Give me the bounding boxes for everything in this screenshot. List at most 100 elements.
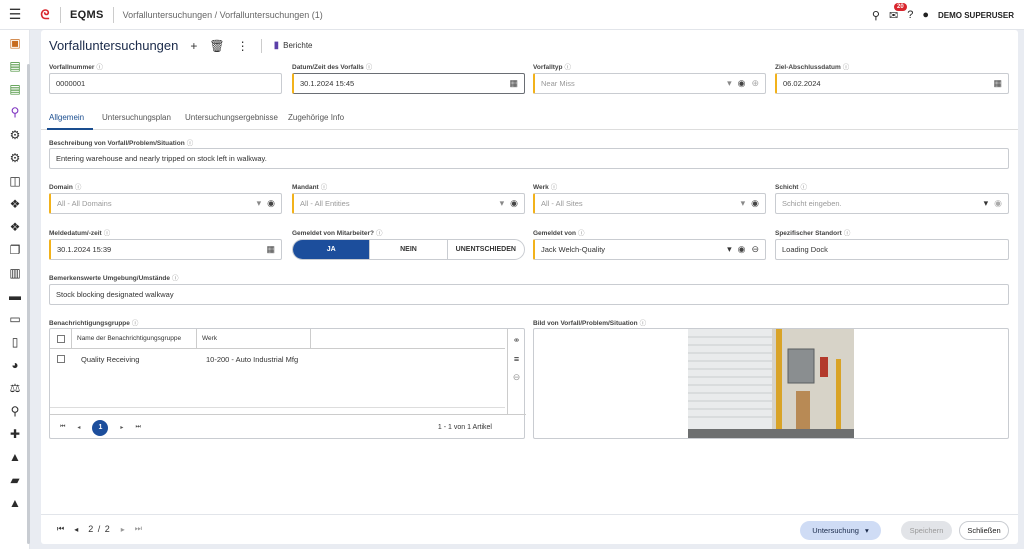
chevron-down-icon[interactable]: ▾ bbox=[741, 198, 746, 209]
target-icon[interactable]: ◉ bbox=[738, 78, 746, 89]
target-icon[interactable]: ◉ bbox=[738, 244, 746, 255]
sidebar-item-gear-icon[interactable]: ⚙ bbox=[0, 123, 30, 146]
sidebar-item-case-icon[interactable]: ▥ bbox=[0, 261, 30, 284]
tab-allgemein[interactable]: Allgemein bbox=[49, 113, 84, 122]
last-record-icon[interactable]: ⏭ bbox=[135, 524, 142, 534]
grid-horizontal-scrollbar[interactable] bbox=[50, 407, 505, 414]
target-icon[interactable]: ◉ bbox=[267, 198, 275, 209]
target-icon[interactable]: ◉ bbox=[510, 198, 518, 209]
row-checkbox[interactable] bbox=[57, 355, 65, 363]
tab-untersuchungsergebnisse[interactable]: Untersuchungsergebnisse bbox=[185, 113, 278, 122]
schicht-select[interactable]: Schicht eingeben. ▾ ◉ bbox=[775, 193, 1009, 214]
column-header-werk[interactable]: Werk bbox=[197, 329, 311, 348]
sidebar-item-boxes2-icon[interactable]: ❖ bbox=[0, 215, 30, 238]
umgebung-field[interactable]: Stock blocking designated walkway bbox=[49, 284, 1009, 305]
ziel-field[interactable]: 06.02.2024 ▦ bbox=[775, 73, 1009, 94]
sidebar-item-warning-icon[interactable]: ▲ bbox=[0, 445, 30, 468]
sidebar-item-book-icon[interactable]: ▬ bbox=[0, 284, 30, 307]
option-ja[interactable]: JA bbox=[293, 240, 370, 259]
chevron-down-icon[interactable]: ▾ bbox=[727, 78, 732, 89]
table-row[interactable]: Quality Receiving 10-200 - Auto Industri… bbox=[50, 349, 505, 369]
page-number[interactable]: 1 bbox=[92, 419, 109, 436]
standort-field[interactable]: Loading Dock bbox=[775, 239, 1009, 260]
info-icon: ⓘ bbox=[376, 230, 383, 237]
schicht-placeholder: Schicht eingeben. bbox=[782, 199, 842, 208]
sidebar-scrollbar[interactable] bbox=[27, 64, 30, 544]
calendar-icon[interactable]: ▦ bbox=[993, 78, 1002, 89]
chevron-down-icon[interactable]: ▾ bbox=[257, 198, 262, 209]
help-icon[interactable]: ? bbox=[907, 9, 913, 21]
prev-record-icon[interactable]: ◂ bbox=[74, 525, 78, 534]
vorfalltyp-select[interactable]: Near Miss ▾ ◉ ⊕ bbox=[533, 73, 766, 94]
mandant-select[interactable]: All - All Entities ▾ ◉ bbox=[292, 193, 525, 214]
link-icon[interactable]: ⚭ bbox=[513, 335, 521, 346]
datum-field[interactable]: 30.1.2024 15:45 ▦ bbox=[292, 73, 525, 94]
menu-icon[interactable]: ☰ bbox=[0, 0, 30, 30]
search-icon[interactable]: ⚲ bbox=[872, 9, 880, 22]
sidebar-item-kit2-icon[interactable]: ▤ bbox=[0, 77, 30, 100]
sidebar-item-file-icon[interactable]: ▯ bbox=[0, 330, 30, 353]
tab-zugehoerige-info[interactable]: Zugehörige Info bbox=[288, 113, 344, 122]
chevron-down-icon[interactable]: ▾ bbox=[984, 198, 989, 209]
user-name[interactable]: DEMO SUPERUSER bbox=[938, 11, 1014, 20]
chevron-down-icon: ▾ bbox=[864, 526, 869, 535]
gemeldet-von-select[interactable]: Jack Welch-Quality ▾ ◉ ⊖ bbox=[533, 239, 766, 260]
info-icon: ⓘ bbox=[564, 64, 572, 71]
meldedatum-field[interactable]: 30.1.2024 15:39 ▦ bbox=[49, 239, 282, 260]
prev-page-icon[interactable]: ◂ bbox=[77, 424, 80, 431]
select-all-checkbox[interactable] bbox=[56, 334, 65, 343]
close-button[interactable]: Schließen bbox=[959, 521, 1009, 540]
delete-icon[interactable]: 🗑 bbox=[209, 39, 224, 53]
column-header-name[interactable]: Name der Benachrichtigungsgruppe bbox=[72, 329, 197, 348]
first-page-icon[interactable]: ⏮ bbox=[60, 424, 65, 431]
sidebar-item-documents-icon[interactable]: ▣ bbox=[0, 31, 30, 54]
calendar-icon[interactable]: ▦ bbox=[266, 244, 275, 255]
ziel-value: 06.02.2024 bbox=[783, 79, 821, 88]
next-page-icon[interactable]: ▸ bbox=[120, 424, 123, 431]
save-button[interactable]: Speichern bbox=[901, 521, 952, 540]
sidebar-item-box-icon[interactable]: ◫ bbox=[0, 169, 30, 192]
chevron-down-icon[interactable]: ▾ bbox=[727, 244, 732, 255]
next-record-icon[interactable]: ▸ bbox=[121, 525, 125, 534]
first-record-icon[interactable]: ⏮ bbox=[57, 524, 64, 534]
sidebar-item-graduation-icon[interactable]: ▲ bbox=[0, 491, 30, 514]
target-icon[interactable]: ◉ bbox=[994, 198, 1002, 209]
sidebar-item-gears-icon[interactable]: ⚙ bbox=[0, 146, 30, 169]
chevron-down-icon[interactable]: ▾ bbox=[500, 198, 505, 209]
sidebar-item-search2-icon[interactable]: ⚲ bbox=[0, 399, 30, 422]
untersuchung-button[interactable]: Untersuchung ▾ bbox=[800, 521, 881, 540]
sidebar-item-truck-icon[interactable]: ▰ bbox=[0, 468, 30, 491]
calendar-icon[interactable]: ▦ bbox=[509, 78, 518, 89]
label-text: Bild von Vorfall/Problem/Situation bbox=[533, 320, 638, 327]
sidebar-item-puzzle-icon[interactable]: ✚ bbox=[0, 422, 30, 445]
vorfallnummer-label: Vorfallnummer ⓘ bbox=[49, 61, 103, 71]
beschreibung-field[interactable]: Entering warehouse and nearly tripped on… bbox=[49, 148, 1009, 169]
target-icon[interactable]: ◉ bbox=[751, 198, 759, 209]
option-nein[interactable]: NEIN bbox=[369, 240, 446, 259]
add-circle-icon[interactable]: ⊕ bbox=[751, 78, 759, 89]
add-icon[interactable]: + bbox=[190, 39, 197, 53]
sidebar-item-search-icon[interactable]: ⚲ bbox=[0, 100, 30, 123]
last-page-icon[interactable]: ⏭ bbox=[135, 424, 140, 431]
notifications-icon[interactable]: ✉ 20 bbox=[889, 2, 907, 22]
list-icon[interactable]: ≡ bbox=[514, 354, 519, 364]
tab-untersuchungsplan[interactable]: Untersuchungsplan bbox=[102, 113, 171, 122]
sidebar-item-kit-icon[interactable]: ▤ bbox=[0, 54, 30, 77]
reports-button[interactable]: ▮ Berichte bbox=[274, 40, 313, 51]
breadcrumb: Vorfalluntersuchungen / Vorfalluntersuch… bbox=[122, 9, 323, 20]
sidebar-item-scale-icon[interactable]: ⚖ bbox=[0, 376, 30, 399]
sidebar-item-card-icon[interactable]: ▭ bbox=[0, 307, 30, 330]
sidebar-item-chart-icon[interactable]: ◕ bbox=[0, 353, 30, 376]
vorfallnummer-field[interactable]: 0000001 bbox=[49, 73, 282, 94]
remove-circle-icon[interactable]: ⊖ bbox=[513, 372, 521, 383]
more-icon[interactable]: ⋮ bbox=[237, 39, 249, 53]
incident-image-box[interactable] bbox=[533, 328, 1009, 439]
datum-label: Datum/Zeit des Vorfalls ⓘ bbox=[292, 61, 372, 71]
option-unentschieden[interactable]: UNENTSCHIEDEN bbox=[446, 240, 524, 259]
remove-circle-icon[interactable]: ⊖ bbox=[751, 244, 759, 255]
sidebar-item-copy-icon[interactable]: ❐ bbox=[0, 238, 30, 261]
label-text: Domain bbox=[49, 184, 73, 191]
domain-select[interactable]: All - All Domains ▾ ◉ bbox=[49, 193, 282, 214]
sidebar-item-boxes-icon[interactable]: ❖ bbox=[0, 192, 30, 215]
werk-select[interactable]: All - All Sites ▾ ◉ bbox=[533, 193, 766, 214]
